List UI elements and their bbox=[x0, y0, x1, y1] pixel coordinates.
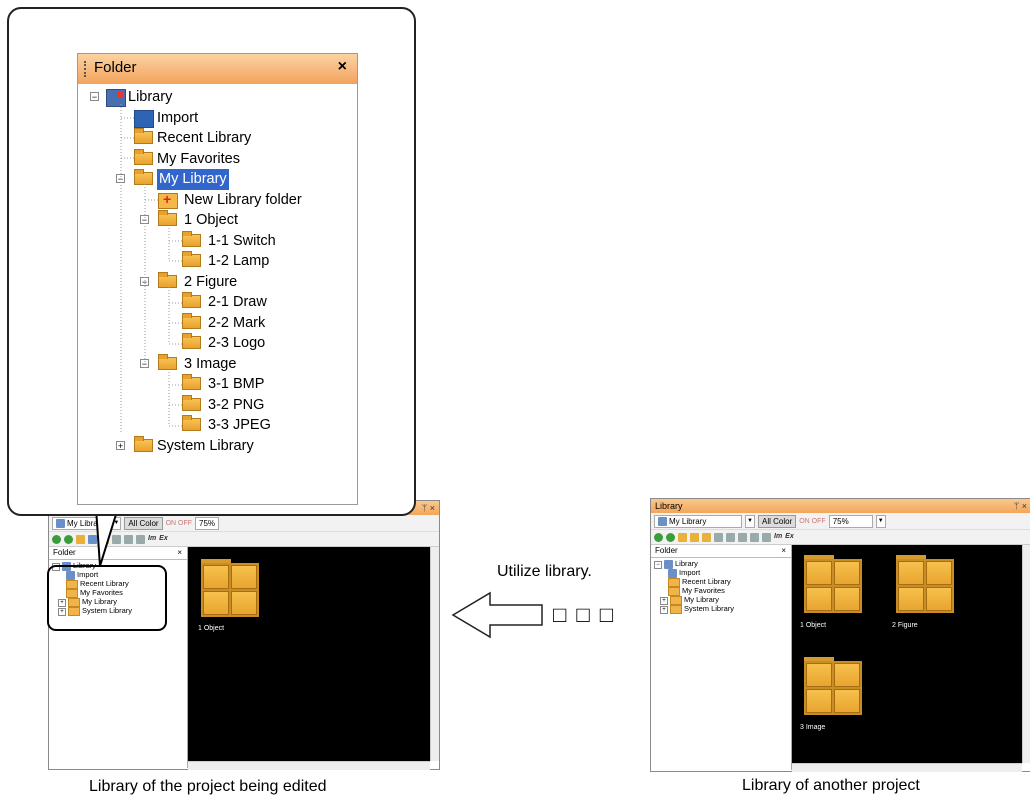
collapse-icon[interactable]: − bbox=[140, 276, 149, 286]
caption-right: Library of another project bbox=[742, 777, 920, 794]
folder-2-figure-label: 2 Figure bbox=[892, 622, 918, 629]
open-folder-icon bbox=[134, 169, 153, 185]
new-folder-icon[interactable] bbox=[702, 532, 711, 542]
folder-icon bbox=[158, 210, 177, 226]
tree-item-3-image[interactable]: − 3 Image bbox=[78, 353, 357, 375]
new-folder-icon bbox=[158, 189, 178, 209]
tree-item-2-3-logo[interactable]: 2-3 Logo bbox=[78, 333, 357, 354]
folder-icon bbox=[158, 271, 177, 288]
right-vertical-scrollbar[interactable] bbox=[1022, 545, 1030, 763]
tree-item-2-figure[interactable]: − 2 Figure bbox=[78, 271, 357, 293]
zoom-close-icon[interactable]: × bbox=[338, 58, 347, 76]
folder-icon bbox=[182, 312, 201, 329]
tree-item-import[interactable]: Import bbox=[78, 108, 357, 129]
tree-item-2-1-draw[interactable]: 2-1 Draw bbox=[78, 292, 357, 313]
tree-item-1-2-lamp[interactable]: 1-2 Lamp bbox=[78, 251, 357, 272]
tree-item-my-library[interactable]: − My Library bbox=[78, 169, 357, 190]
tree-item-system-library[interactable]: + System Library bbox=[78, 435, 357, 457]
zoom-folder-title: Folder bbox=[94, 59, 137, 76]
folder-icon bbox=[182, 251, 201, 267]
caption-left: Library of the project being edited bbox=[89, 778, 327, 795]
right-toolbar-2: Im Ex bbox=[651, 530, 1030, 545]
folder-icon bbox=[158, 353, 177, 370]
tree-item-1-object[interactable]: − 1 Object bbox=[78, 210, 357, 231]
right-color-button[interactable]: All Color bbox=[758, 514, 797, 528]
right-folder-tree: − Library Import Recent Library My Favori… bbox=[651, 558, 791, 614]
right-folder-pane: Folder × − Library Import Recent Library … bbox=[651, 545, 792, 770]
right-library-window: Library ᛘ × My Library ▼ All Color ON OF… bbox=[650, 498, 1030, 772]
zoom-callout: Folder × − Library Import Recent Library… bbox=[7, 7, 416, 516]
zoom-folder-header: Folder × bbox=[78, 54, 357, 84]
arrow-boxes: □ □ □ bbox=[553, 602, 616, 627]
tree-item-recent-library[interactable]: Recent Library bbox=[78, 128, 357, 149]
back-icon[interactable] bbox=[654, 532, 663, 542]
folder-icon bbox=[182, 374, 201, 390]
zoom-folder-tree: − Library Import Recent Library My Favor… bbox=[78, 84, 357, 456]
forward-icon[interactable] bbox=[666, 532, 675, 542]
tree-item-3-2-png[interactable]: 3-2 PNG bbox=[78, 394, 357, 416]
folder-3-image[interactable] bbox=[804, 657, 862, 715]
tree-item-new-library-folder[interactable]: New Library folder bbox=[78, 189, 357, 211]
tree-item-1-1-switch[interactable]: 1-1 Switch bbox=[78, 230, 357, 252]
right-library-view[interactable]: 1 Object 2 Figure 3 Image bbox=[792, 545, 1024, 763]
import-icon[interactable]: Im bbox=[774, 533, 782, 542]
folder-icon bbox=[182, 394, 201, 411]
folder-1-object[interactable] bbox=[804, 555, 862, 613]
right-toolbar-1: My Library ▼ All Color ON OFF 75% ▼ bbox=[651, 513, 1030, 530]
drag-handle-icon[interactable] bbox=[84, 61, 88, 77]
tree-item-3-3-jpeg[interactable]: 3-3 JPEG bbox=[78, 415, 357, 436]
right-window-title: Library bbox=[655, 501, 683, 511]
view-icon[interactable] bbox=[690, 532, 699, 542]
right-on-off-toggle[interactable]: ON OFF bbox=[799, 518, 825, 525]
folder-2-figure[interactable] bbox=[896, 555, 954, 613]
folder-icon[interactable] bbox=[678, 532, 687, 542]
copy-icon[interactable] bbox=[726, 532, 735, 542]
info-icon[interactable] bbox=[762, 532, 771, 542]
tree-item-library[interactable]: − Library bbox=[654, 560, 791, 569]
folder-3-image-label: 3 Image bbox=[800, 724, 826, 731]
export-icon[interactable]: Ex bbox=[785, 533, 794, 542]
tree-item-my-favorites[interactable]: My Favorites bbox=[78, 148, 357, 170]
collapse-icon[interactable]: − bbox=[90, 92, 99, 102]
right-window-titlebar: Library ᛘ × bbox=[651, 499, 1030, 513]
tree-item-my-favorites[interactable]: My Favorites bbox=[654, 587, 791, 596]
right-zoom-dropdown[interactable]: ▼ bbox=[875, 514, 886, 528]
folder-icon bbox=[134, 148, 153, 165]
collapse-icon[interactable]: − bbox=[140, 215, 149, 225]
expand-icon[interactable]: + bbox=[116, 440, 125, 450]
tree-item-system-library[interactable]: + System Library bbox=[654, 605, 791, 614]
folder-icon bbox=[182, 333, 201, 349]
right-folder-pane-close[interactable]: × bbox=[781, 545, 786, 557]
folder-icon bbox=[182, 415, 201, 431]
folder-icon bbox=[182, 230, 201, 247]
right-library-dropdown[interactable]: ▼ bbox=[745, 514, 755, 528]
folder-icon bbox=[134, 435, 153, 452]
import-icon bbox=[134, 109, 154, 128]
collapse-icon[interactable]: − bbox=[140, 358, 149, 368]
collapse-icon[interactable]: − bbox=[116, 174, 125, 184]
library-icon bbox=[106, 89, 126, 107]
folder-1-object-label: 1 Object bbox=[800, 622, 827, 629]
right-horizontal-scrollbar[interactable] bbox=[792, 763, 1022, 772]
right-window-pin-close[interactable]: ᛘ × bbox=[1014, 499, 1027, 513]
edit-icon[interactable] bbox=[750, 532, 759, 542]
library-icon bbox=[658, 516, 667, 526]
zoom-folder-panel: Folder × − Library Import Recent Library… bbox=[77, 53, 358, 505]
left-arrow-icon bbox=[451, 591, 543, 639]
tree-item-library[interactable]: − Library bbox=[78, 87, 357, 108]
right-zoom-select[interactable]: 75% bbox=[828, 514, 873, 528]
delete-icon[interactable] bbox=[738, 532, 747, 542]
cut-icon[interactable] bbox=[714, 532, 723, 542]
folder-icon bbox=[134, 128, 153, 144]
right-library-select[interactable]: My Library bbox=[654, 514, 742, 528]
right-folder-pane-header: Folder × bbox=[651, 545, 791, 558]
tree-item-3-1-bmp[interactable]: 3-1 BMP bbox=[78, 374, 357, 395]
folder-icon bbox=[182, 292, 201, 308]
utilize-library-label: Utilize library. bbox=[497, 563, 592, 580]
tree-item-2-2-mark[interactable]: 2-2 Mark bbox=[78, 312, 357, 334]
